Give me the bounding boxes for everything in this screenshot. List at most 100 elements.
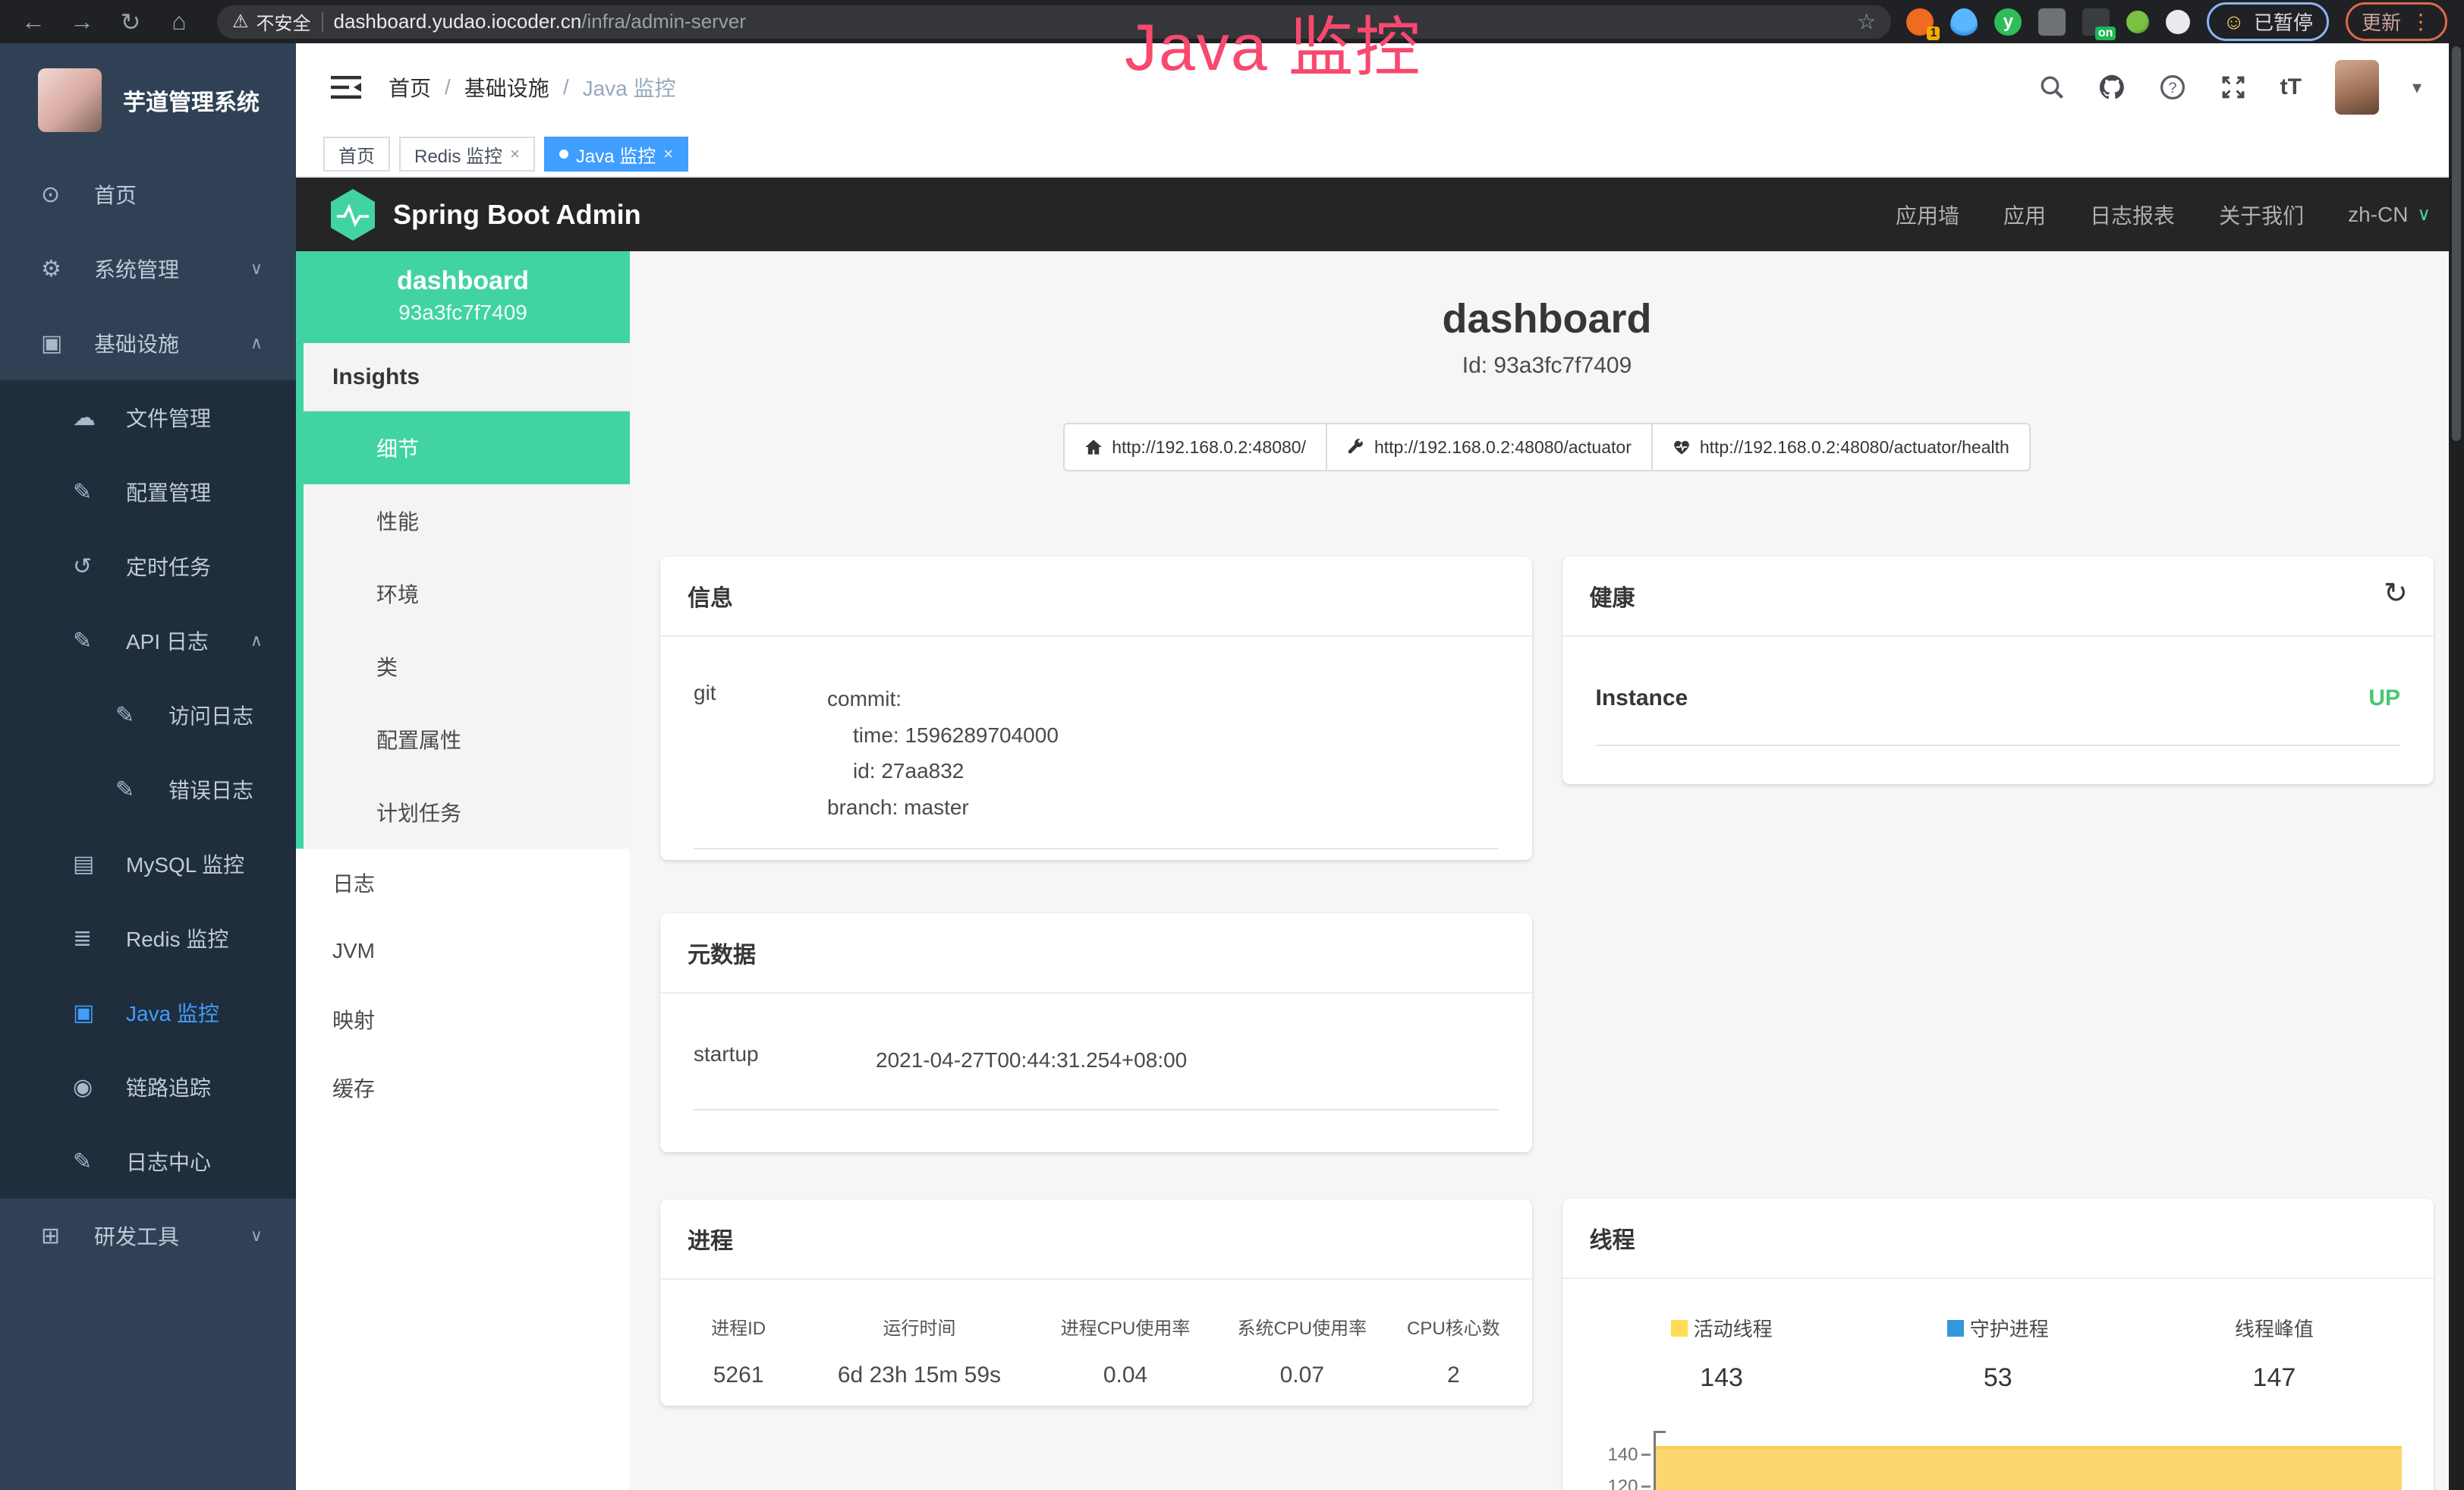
sba-nav-wallboard[interactable]: 应用墙 bbox=[1896, 200, 1959, 230]
github-icon[interactable] bbox=[2098, 74, 2126, 101]
chevron-down-icon: ∨ bbox=[250, 259, 263, 279]
close-icon[interactable]: × bbox=[510, 144, 520, 164]
browser-reload-button[interactable]: ↻ bbox=[114, 8, 147, 36]
extension-on-badge: on bbox=[2095, 27, 2116, 40]
gear-icon: ⚙ bbox=[41, 256, 94, 282]
extension-icon-puzzle[interactable] bbox=[2166, 10, 2190, 34]
instance-name: dashboard bbox=[304, 266, 622, 296]
menu-item-classes[interactable]: 类 bbox=[304, 630, 630, 703]
service-url-button[interactable]: http://192.168.0.2:48080/ bbox=[1063, 423, 1327, 471]
extension-icon-pin[interactable] bbox=[1950, 8, 1978, 36]
tab-java[interactable]: Java 监控 × bbox=[544, 137, 688, 172]
fullscreen-icon[interactable] bbox=[2220, 74, 2247, 101]
sidebar-item-error-log[interactable]: ✎ 错误日志 bbox=[0, 752, 296, 827]
sidebar-item-home[interactable]: ⊙ 首页 bbox=[0, 157, 296, 232]
history-icon: ↺ bbox=[73, 553, 126, 580]
breadcrumb-current: Java 监控 bbox=[583, 72, 676, 102]
sba-workspace: dashboard 93a3fc7f7409 Insights 细节 性能 环境… bbox=[296, 251, 2464, 1490]
instance-header[interactable]: dashboard 93a3fc7f7409 bbox=[296, 251, 630, 343]
menu-item-env[interactable]: 环境 bbox=[304, 557, 630, 630]
close-icon[interactable]: × bbox=[663, 144, 673, 164]
chevron-down-icon: ∨ bbox=[2417, 203, 2431, 225]
actuator-url-button[interactable]: http://192.168.0.2:48080/actuator bbox=[1326, 423, 1653, 471]
scrollbar-thumb[interactable] bbox=[2452, 46, 2461, 441]
sidebar-item-api-log[interactable]: ✎ API 日志 ∧ bbox=[0, 603, 296, 678]
browser-menu-icon[interactable]: ⋮ bbox=[2410, 9, 2431, 34]
table-row: startup 2021-04-27T00:44:31.254+08:00 bbox=[694, 1042, 1499, 1110]
legend-item: 线程峰值 147 bbox=[2136, 1314, 2412, 1393]
tab-home[interactable]: 首页 bbox=[323, 137, 390, 172]
sidebar-item-config[interactable]: ✎ 配置管理 bbox=[0, 455, 296, 529]
avatar-caret-icon[interactable]: ▾ bbox=[2412, 77, 2422, 99]
paused-extension-pill[interactable]: ☺ 已暂停 bbox=[2207, 2, 2329, 41]
sidebar-item-java[interactable]: ▣ Java 监控 bbox=[0, 975, 296, 1050]
tab-redis[interactable]: Redis 监控 × bbox=[399, 137, 535, 172]
address-bar[interactable]: ⚠ 不安全 dashboard.yudao.iocoder.cn/infra/a… bbox=[217, 5, 1891, 39]
extension-toolbar: 1 y on ☺ 已暂停 更新 ⋮ bbox=[1906, 2, 2447, 41]
menu-item-logs[interactable]: 日志 bbox=[296, 849, 630, 917]
browser-back-button[interactable]: ← bbox=[17, 8, 50, 36]
server-icon: ▤ bbox=[73, 851, 126, 877]
user-avatar[interactable] bbox=[2335, 60, 2379, 115]
sba-nav-applications[interactable]: 应用 bbox=[2003, 200, 2046, 230]
menu-item-caches[interactable]: 缓存 bbox=[296, 1054, 630, 1122]
extension-icon-orange[interactable]: 1 bbox=[1906, 8, 1934, 36]
sba-nav-about[interactable]: 关于我们 bbox=[2219, 200, 2304, 230]
extension-icon-list-on[interactable]: on bbox=[2082, 8, 2110, 36]
sidebar-item-file[interactable]: ☁ 文件管理 bbox=[0, 380, 296, 455]
sidebar-item-log-center[interactable]: ✎ 日志中心 bbox=[0, 1124, 296, 1199]
browser-forward-button[interactable]: → bbox=[65, 8, 99, 36]
instance-id-label: Id: 93a3fc7f7409 bbox=[660, 353, 2434, 379]
warning-icon: ⚠ bbox=[232, 11, 249, 33]
instance-sidebar: dashboard 93a3fc7f7409 Insights 细节 性能 环境… bbox=[296, 251, 630, 1490]
sidebar-item-trace[interactable]: ◉ 链路追踪 bbox=[0, 1050, 296, 1124]
instance-links: http://192.168.0.2:48080/ http://192.168… bbox=[660, 423, 2434, 471]
sidebar-fold-icon[interactable] bbox=[331, 74, 361, 100]
peak-threads-value: 147 bbox=[2136, 1363, 2412, 1393]
menu-item-config-props[interactable]: 配置属性 bbox=[304, 703, 630, 776]
sba-nav-journal[interactable]: 日志报表 bbox=[2090, 200, 2175, 230]
menu-item-details[interactable]: 细节 bbox=[304, 411, 630, 484]
breadcrumb-separator: / bbox=[563, 75, 569, 99]
help-icon[interactable]: ? bbox=[2159, 74, 2186, 101]
bookmark-star-icon[interactable]: ☆ bbox=[1857, 9, 1876, 34]
menu-item-metrics[interactable]: 性能 bbox=[304, 484, 630, 557]
sidebar: 芋道管理系统 ⊙ 首页 ⚙ 系统管理 ∨ ▣ 基础设施 ∧ ☁ 文件管理 ✎ bbox=[0, 43, 296, 1490]
log-icon: ✎ bbox=[73, 1148, 126, 1175]
process-table: 进程ID 运行时间 进程CPU使用率 系统CPU使用率 CPU核心数 5261 … bbox=[675, 1313, 1517, 1388]
monitor-icon: ▣ bbox=[73, 1000, 126, 1026]
app-logo[interactable]: 芋道管理系统 bbox=[0, 43, 296, 157]
not-secure-warning[interactable]: ⚠ 不安全 bbox=[232, 8, 311, 35]
menu-item-scheduled-tasks[interactable]: 计划任务 bbox=[304, 776, 630, 849]
sidebar-item-dev-tools[interactable]: ⊞ 研发工具 ∨ bbox=[0, 1199, 296, 1273]
extension-icon-grid[interactable] bbox=[2038, 8, 2066, 36]
health-url-button[interactable]: http://192.168.0.2:48080/actuator/health bbox=[1651, 423, 2031, 471]
briefcase-icon: ⊞ bbox=[41, 1223, 94, 1249]
sidebar-item-redis[interactable]: ≣ Redis 监控 bbox=[0, 901, 296, 975]
history-icon[interactable]: ↺ bbox=[2384, 576, 2408, 610]
browser-home-button[interactable]: ⌂ bbox=[162, 8, 196, 36]
card-column-left: 信息 git commit: time: 1596289704000 id: 2… bbox=[660, 556, 1532, 1406]
sidebar-item-mysql[interactable]: ▤ MySQL 监控 bbox=[0, 827, 296, 901]
browser-update-button[interactable]: 更新 ⋮ bbox=[2346, 2, 2447, 41]
breadcrumb-infra[interactable]: 基础设施 bbox=[464, 72, 549, 102]
sidebar-item-infra[interactable]: ▣ 基础设施 ∧ bbox=[0, 306, 296, 380]
breadcrumb-home[interactable]: 首页 bbox=[389, 72, 431, 102]
sidebar-item-access-log[interactable]: ✎ 访问日志 bbox=[0, 678, 296, 752]
process-cpu: 0.04 bbox=[1037, 1362, 1214, 1388]
extension-icon-green-y[interactable]: y bbox=[1994, 8, 2022, 36]
menu-item-mappings[interactable]: 映射 bbox=[296, 985, 630, 1054]
status-badge: UP bbox=[2368, 685, 2400, 711]
sidebar-item-system[interactable]: ⚙ 系统管理 ∨ bbox=[0, 232, 296, 306]
layers-icon: ≣ bbox=[73, 925, 126, 952]
info-card-title: 信息 bbox=[660, 556, 1532, 637]
search-icon[interactable] bbox=[2039, 74, 2065, 100]
sidebar-item-job[interactable]: ↺ 定时任务 bbox=[0, 529, 296, 603]
sba-locale-select[interactable]: zh-CN ∨ bbox=[2348, 203, 2431, 227]
page-scrollbar[interactable] bbox=[2449, 43, 2464, 1490]
menu-item-jvm[interactable]: JVM bbox=[296, 917, 630, 985]
sba-brand[interactable]: Spring Boot Admin bbox=[329, 189, 641, 241]
font-size-icon[interactable]: tT bbox=[2280, 74, 2302, 100]
column-header: 系统CPU使用率 bbox=[1213, 1313, 1390, 1340]
extension-icon-leaf[interactable] bbox=[2126, 11, 2149, 33]
